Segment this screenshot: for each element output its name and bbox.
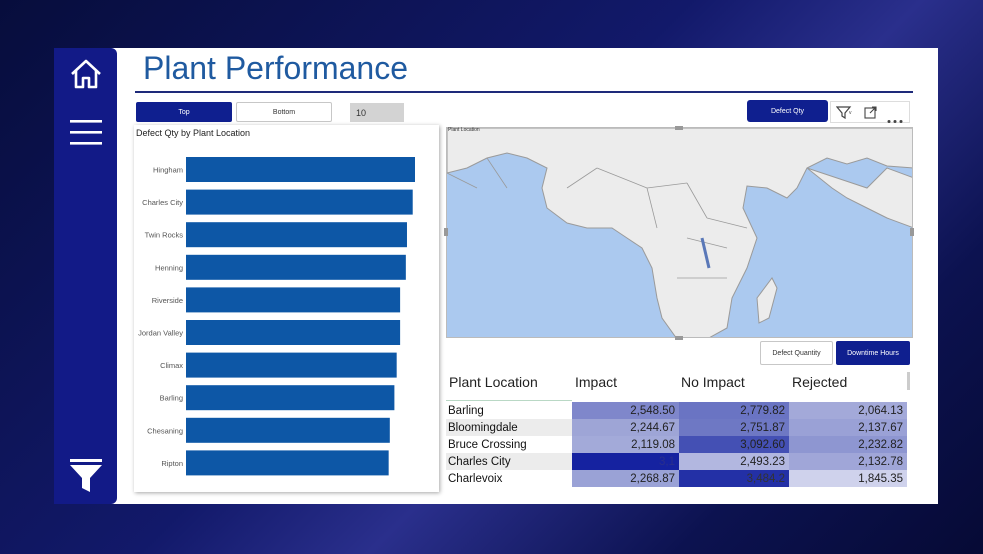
menu-icon[interactable] [68, 114, 104, 150]
category-label: Ripton [161, 459, 183, 468]
resize-handle[interactable] [910, 228, 914, 236]
filter-icon[interactable] [68, 458, 104, 494]
visual-filter-icon[interactable]: v [835, 106, 852, 124]
table-cell-location[interactable]: Bruce Crossing [446, 436, 572, 453]
defect-qty-button[interactable]: Defect Qty [747, 100, 828, 122]
table-cell-impact[interactable]: 3,1 [572, 453, 679, 470]
resize-handle[interactable] [444, 228, 448, 236]
bar[interactable] [186, 450, 389, 476]
category-label: Hingham [153, 166, 183, 175]
bar-chart: Hingham Charles City Twin Rocks Henning Rive… [138, 157, 415, 476]
bar[interactable] [186, 222, 407, 248]
table-cell-rejected[interactable]: 2,232.82 [789, 436, 907, 453]
table-cell-no-impact[interactable]: 2,493.23 [679, 453, 789, 470]
title-divider [135, 91, 913, 93]
focus-mode-icon[interactable] [864, 106, 878, 124]
bottom-button[interactable]: Bottom [236, 102, 332, 122]
resize-handle[interactable] [675, 126, 683, 130]
defect-quantity-button[interactable]: Defect Quantity [760, 341, 833, 365]
top-button[interactable]: Top [136, 102, 232, 122]
table-cell-no-impact[interactable]: 3,092.60 [679, 436, 789, 453]
table-cell-no-impact[interactable]: 2,751.87 [679, 419, 789, 436]
column-header-location[interactable]: Plant Location [449, 374, 538, 390]
bar[interactable] [186, 417, 390, 443]
navigation-pane [54, 48, 117, 504]
table-cell-location[interactable]: Barling [446, 402, 572, 419]
category-label: Chesaning [147, 426, 183, 435]
table-cell-rejected[interactable]: 2,137.67 [789, 419, 907, 436]
bar[interactable] [186, 157, 415, 182]
column-header-rejected[interactable]: Rejected [792, 374, 847, 390]
category-label: Charles City [142, 198, 183, 207]
map-title: Plant Location [448, 127, 480, 133]
downtime-hours-button[interactable]: Downtime Hours [836, 341, 910, 365]
map-visual[interactable] [446, 127, 913, 338]
home-icon[interactable] [68, 56, 104, 92]
page-title: Plant Performance [143, 50, 409, 86]
category-label: Henning [155, 263, 183, 272]
category-label: Barling [160, 394, 183, 403]
svg-text:v: v [849, 110, 852, 116]
bar[interactable] [186, 254, 406, 280]
bar[interactable] [186, 320, 401, 345]
table-cell-impact[interactable]: 2,119.08 [572, 436, 679, 453]
bar[interactable] [186, 189, 413, 215]
table-cell-rejected[interactable]: 2,132.78 [789, 453, 907, 470]
category-label: Riverside [152, 296, 183, 305]
table-cell-rejected[interactable]: 2,064.13 [789, 402, 907, 419]
table-cell-impact[interactable]: 2,548.50 [572, 402, 679, 419]
table-cell-impact[interactable]: 2,244.67 [572, 419, 679, 436]
bar[interactable] [186, 352, 397, 378]
bar[interactable] [186, 385, 395, 411]
header-divider [446, 400, 572, 401]
table-cell-location[interactable]: Charlevoix [446, 470, 572, 487]
table-cell-no-impact[interactable]: 3,484.2 [679, 470, 789, 487]
category-label: Jordan Valley [138, 329, 183, 338]
column-header-no-impact[interactable]: No Impact [681, 374, 745, 390]
resize-handle[interactable] [675, 336, 683, 340]
table-cell-no-impact[interactable]: 2,779.82 [679, 402, 789, 419]
table-cell-impact[interactable]: 2,268.87 [572, 470, 679, 487]
category-label: Twin Rocks [145, 231, 184, 240]
chart-title: Defect Qty by Plant Location [136, 128, 251, 138]
bar[interactable] [186, 287, 401, 313]
column-header-impact[interactable]: Impact [575, 374, 617, 390]
table-cell-rejected[interactable]: 1,845.35 [789, 470, 907, 487]
table-scrollbar[interactable] [907, 372, 910, 390]
table-cell-location[interactable]: Bloomingdale [446, 419, 572, 436]
top-n-input[interactable]: 10 [350, 103, 404, 122]
visual-header: v [830, 101, 910, 123]
map-land [447, 128, 912, 337]
table-cell-location[interactable]: Charles City [446, 453, 572, 470]
category-label: Climax [160, 361, 183, 370]
